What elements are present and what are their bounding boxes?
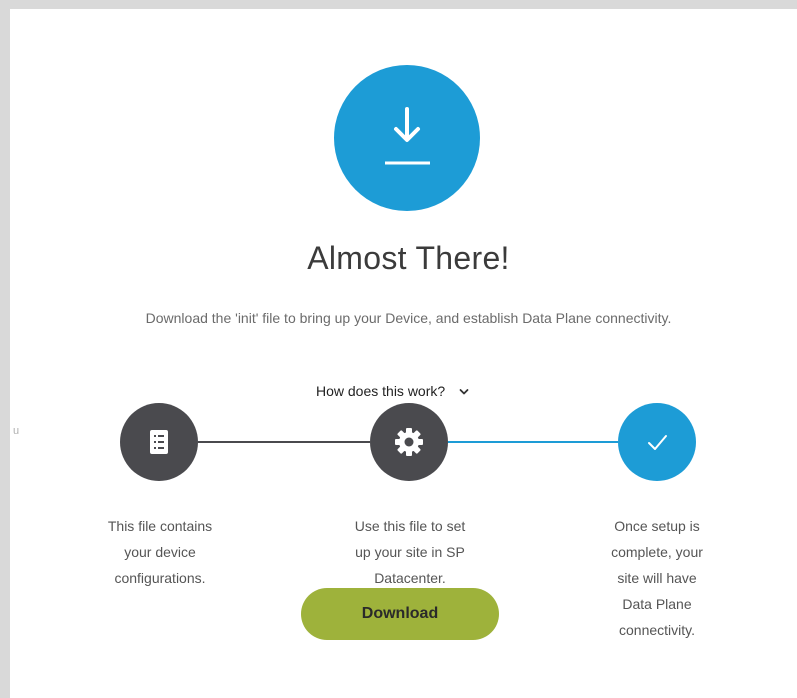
step-2-line: up your site in SP (355, 544, 465, 560)
step-1-line: configurations. (114, 570, 206, 586)
step-3-line: complete, your (611, 544, 703, 560)
truncated-edge-text: u (13, 425, 20, 437)
how-toggle-label: How does this work? (316, 383, 446, 399)
frame-left-border (0, 0, 10, 698)
download-button[interactable]: Download (301, 588, 499, 640)
step-3-line: connectivity. (619, 622, 695, 638)
checkmark-icon (648, 435, 667, 450)
gear-icon (395, 428, 423, 456)
step-1-description: This file contains your device configura… (70, 513, 250, 591)
step-3-circle (618, 403, 696, 481)
chevron-down-icon (459, 383, 469, 399)
step-connector-2 (448, 441, 618, 443)
download-icon (385, 107, 430, 165)
step-connector-1 (198, 441, 370, 443)
step-1-line: your device (124, 544, 196, 560)
page-subtitle: Download the 'init' file to bring up you… (145, 310, 672, 326)
page-title: Almost There! (307, 240, 510, 276)
how-does-this-work-toggle[interactable]: How does this work? (316, 381, 469, 401)
step-3-line: Once setup is (614, 518, 700, 534)
step-2-description: Use this file to set up your site in SP … (320, 513, 500, 591)
step-3-description: Once setup is complete, your site will h… (567, 513, 747, 643)
step-2-line: Use this file to set (354, 518, 466, 534)
step-1-circle (120, 403, 198, 481)
frame-top-border (0, 0, 797, 9)
step-2-circle (370, 403, 448, 481)
download-hero (334, 65, 480, 211)
step-3-line: site will have (617, 570, 697, 586)
step-1-line: This file contains (107, 518, 213, 534)
file-list-icon (150, 430, 168, 454)
step-3-line: Data Plane (622, 596, 692, 612)
